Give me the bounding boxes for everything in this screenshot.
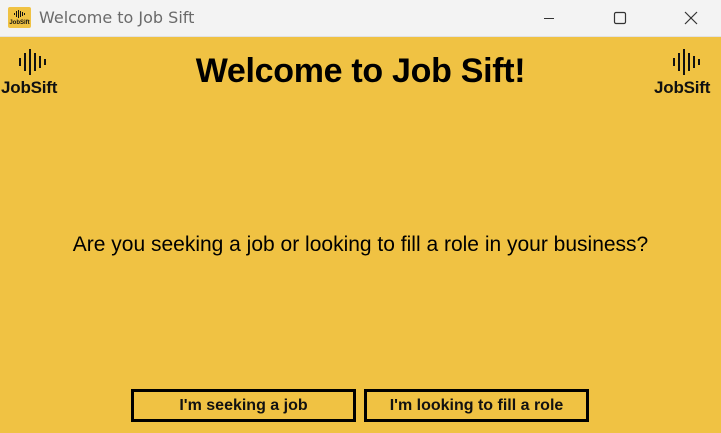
close-icon: [684, 11, 698, 25]
seeking-job-button[interactable]: I'm seeking a job: [131, 389, 356, 422]
window-titlebar: JobSift Welcome to Job Sift: [0, 0, 721, 37]
minimize-icon: [544, 18, 554, 19]
app-icon: JobSift: [8, 7, 31, 28]
soundwave-bars-icon: [14, 10, 25, 18]
page-title: Welcome to Job Sift!: [195, 52, 526, 90]
maximize-button[interactable]: [597, 0, 643, 36]
minimize-button[interactable]: [526, 0, 572, 36]
role-question: Are you seeking a job or looking to fill…: [72, 233, 649, 256]
maximize-icon: [613, 11, 627, 25]
fill-role-button[interactable]: I'm looking to fill a role: [364, 389, 589, 422]
app-icon-text: JobSift: [9, 20, 30, 26]
close-button[interactable]: [668, 0, 714, 36]
window-title: Welcome to Job Sift: [39, 8, 195, 27]
